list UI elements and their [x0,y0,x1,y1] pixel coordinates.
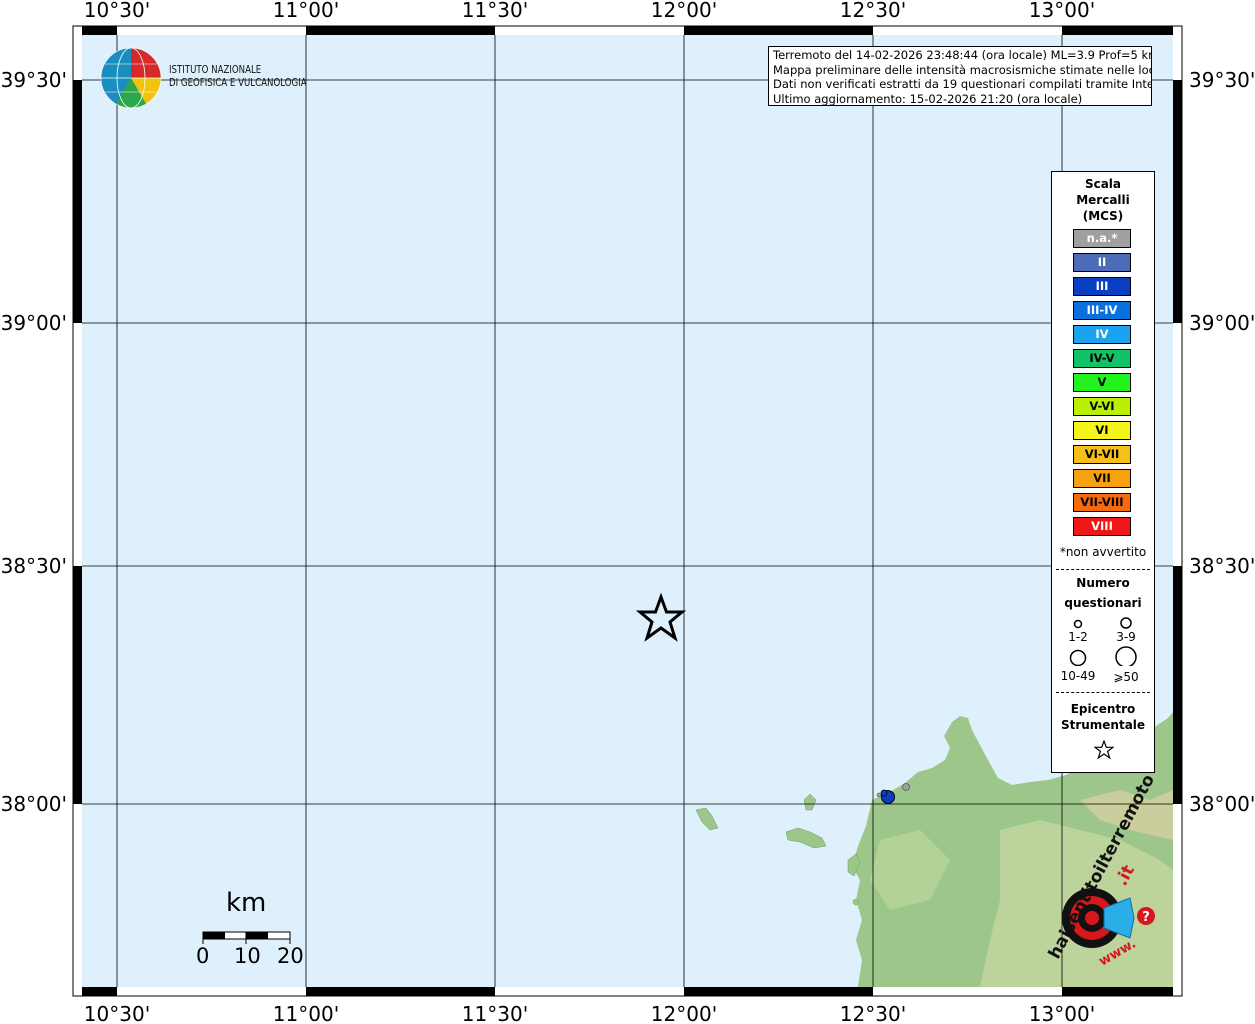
intensity-marker-iii[interactable] [880,789,888,797]
lon-label: 10°30' [84,1002,150,1024]
not-felt-note: *non avvertito [1059,545,1147,559]
ingv-logo-text: ISTITUTO NAZIONALE DI GEOFISICA E VULCAN… [169,64,307,90]
svg-text:?: ? [1142,910,1150,925]
intensity-swatch: VIII [1073,517,1131,536]
lon-label: 11°30' [462,1002,528,1024]
intensity-swatch: IV-V [1073,349,1131,368]
intensity-swatch: V [1073,373,1131,392]
intensity-swatch: n.a.* [1073,229,1131,248]
scale-tick-label: 0 [196,944,210,968]
legend-title-line: (MCS) [1082,209,1124,223]
intensity-marker-na[interactable] [902,783,910,791]
lon-label: 11°00' [273,1002,339,1024]
scale-unit: km [226,888,267,918]
lat-label: 38°30' [1189,554,1255,578]
legend-separator [1056,569,1150,570]
legend-title-line: Scala [1084,177,1122,191]
lon-labels-top: 10°30' 11°00' 11°30' 12°00' 12°30' 13°00… [84,0,1095,22]
lon-label: 12°00' [651,0,717,22]
size-50-icon [1115,646,1137,666]
legend-title-line: Mercalli [1076,193,1130,207]
info-line-1: Terremoto del 14-02-2026 23:48:44 (ora l… [773,48,1152,62]
lon-labels-bottom: 10°30' 11°00' 11°30' 12°00' 12°30' 13°00… [84,1002,1095,1024]
size-label: ⩾50 [1113,670,1139,684]
intensity-swatch: VII-VIII [1073,493,1131,512]
size-1-2-icon [1073,619,1083,629]
lat-label: 39°30' [1189,68,1255,92]
intensity-marker-na[interactable] [876,792,882,798]
scale-tick-label: 10 [234,944,261,968]
epicenter-title-line: Strumentale [1060,718,1146,732]
epicenter-title: Epicentro Strumentale [1052,701,1154,733]
lat-label: 38°30' [1,554,67,578]
size-3-9-icon [1120,617,1132,629]
lat-label: 39°00' [1189,311,1255,335]
legend-star-icon [1094,740,1114,760]
intensity-swatch: III-IV [1073,301,1131,320]
legend-separator [1056,692,1150,693]
lat-labels-left: 39°30' 39°00' 38°30' 38°00' [1,68,67,816]
logo-line-1: ISTITUTO NAZIONALE [169,64,262,76]
scale-tick-label: 20 [277,944,304,968]
intensity-swatch: VI-VII [1073,445,1131,464]
size-label: 3-9 [1116,630,1136,644]
size-label: 1-2 [1068,630,1088,644]
questionnaires-title-line: questionari [1064,596,1142,610]
legend-title: Scala Mercalli (MCS) [1052,176,1154,224]
lon-label: 10°30' [84,0,150,22]
lat-label: 39°30' [1,68,67,92]
info-line-3: Dati non verificati estratti da 19 quest… [773,77,1152,91]
lat-label: 38°00' [1,792,67,816]
questionnaires-title-line: Numero [1076,576,1130,590]
epicenter-title-line: Epicentro [1070,702,1136,716]
size-label: 10-49 [1060,669,1096,683]
intensity-swatch: II [1073,253,1131,272]
lon-label: 12°30' [840,0,906,22]
info-line-2: Mappa preliminare delle intensità macros… [773,62,1152,77]
intensity-swatch: V-VI [1073,397,1131,416]
legend-panel: Scala Mercalli (MCS) n.a.* II III III-IV IV I… [1051,171,1155,773]
logo-line-2: DI GEOFISICA E VULCANOLOGIA [169,77,307,89]
lon-label: 13°00' [1029,0,1095,22]
lat-labels-right: 39°30' 39°00' 38°30' 38°00' [1189,68,1255,816]
intensity-swatch: III [1073,277,1131,296]
lon-label: 12°00' [651,1002,717,1024]
ingv-logo-icon [100,47,162,109]
intensity-swatch: IV [1073,325,1131,344]
lon-label: 11°00' [273,0,339,22]
questionnaires-title: Numero questionari [1052,573,1154,613]
lon-label: 11°30' [462,0,528,22]
lat-label: 38°00' [1189,792,1255,816]
size-10-49-icon [1069,649,1087,666]
info-line-4: Ultimo aggiornamento: 15-02-2026 21:20 (… [773,91,1083,106]
lat-label: 39°00' [1,311,67,335]
lon-label: 12°30' [840,1002,906,1024]
earthquake-info-box: Terremoto del 14-02-2026 23:48:44 (ora l… [768,46,1152,106]
intensity-swatch: VI [1073,421,1131,440]
lon-label: 13°00' [1029,1002,1095,1024]
intensity-swatch: VII [1073,469,1131,488]
